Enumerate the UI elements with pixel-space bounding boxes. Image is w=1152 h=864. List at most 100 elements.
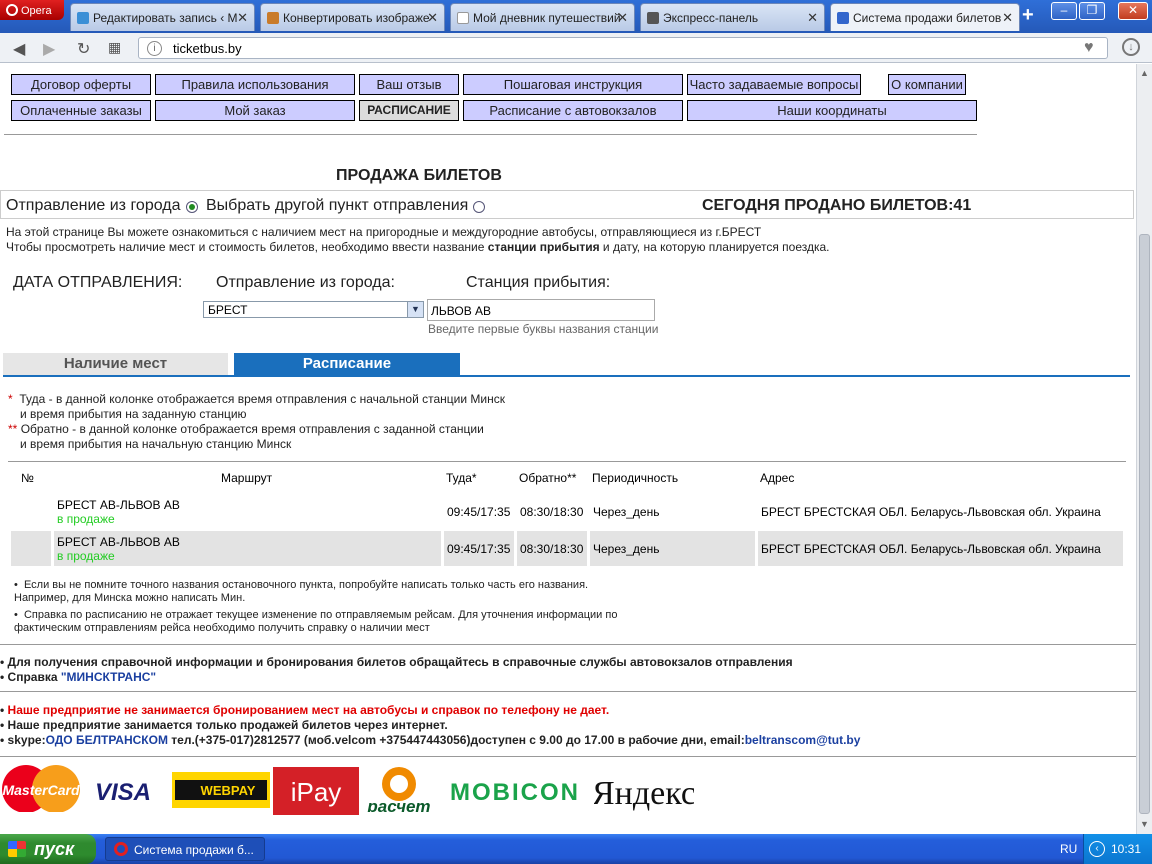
choose-other-point-label: Выбрать другой пункт отправления — [206, 197, 469, 214]
menu-about[interactable]: О компании — [888, 74, 966, 95]
col-period: Периодичность — [592, 471, 679, 485]
note-back: ** Обратно - в данной колонке отображает… — [8, 422, 484, 436]
new-tab-button[interactable]: + — [1022, 4, 1034, 27]
info-text-2: Чтобы просмотреть наличие мест и стоимос… — [6, 240, 830, 254]
browser-tab-4[interactable]: Экспресс-панель ✕ — [640, 3, 825, 31]
tab-label: Редактировать запись ‹ М — [93, 11, 238, 25]
route-status: в продаже — [57, 548, 115, 563]
menu-my-order[interactable]: Мой заказ — [155, 100, 355, 121]
there-time: 09:45/17:35 — [447, 504, 511, 519]
row-num — [11, 494, 51, 529]
menu-faq[interactable]: Часто задаваемые вопросы — [687, 74, 861, 95]
maximize-button[interactable]: ❐ — [1079, 2, 1105, 20]
chevron-down-icon[interactable]: ▼ — [407, 302, 423, 317]
opera-logo-icon — [6, 4, 18, 16]
address-bar[interactable]: i ticketbus.by — [138, 37, 1108, 59]
info-text-1: На этой странице Вы можете ознакомиться … — [6, 225, 762, 239]
visa-text: VISA — [95, 779, 151, 806]
col-back: Обратно** — [519, 471, 577, 485]
browser-tab-1[interactable]: Редактировать запись ‹ М ✕ — [70, 3, 255, 31]
tab-availability[interactable]: Наличие мест — [3, 353, 228, 375]
bookmark-heart-icon[interactable]: ♥ — [1084, 39, 1094, 57]
reload-icon[interactable]: ↻ — [77, 39, 90, 59]
col-num: № — [21, 471, 34, 485]
tip-1: • Если вы не помните точного названия ос… — [14, 579, 589, 604]
there-time: 09:45/17:35 — [444, 531, 514, 566]
browser-nav-bar: ◀ ▶ ↻ ▦ i ticketbus.by — [0, 33, 1152, 63]
mastercard-logo: MasterCard — [2, 765, 80, 812]
close-tab-icon[interactable]: ✕ — [1002, 10, 1013, 26]
table-row[interactable]: БРЕСТ АВ-ЛЬВОВ АВ в продаже 09:45/17:35 0… — [11, 531, 1123, 566]
schedule-table: № Маршрут Туда* Обратно** Периодичность … — [8, 462, 1126, 568]
row-num — [11, 531, 51, 566]
browser-tab-5-active[interactable]: Система продажи билетов ✕ — [830, 3, 1020, 31]
menu-our-contacts[interactable]: Наши координаты — [687, 100, 977, 121]
yandex-text: Яндекс — [594, 775, 694, 812]
tray-expand-icon[interactable]: ‹ — [1089, 841, 1105, 857]
back-icon[interactable]: ◀ — [13, 39, 25, 59]
arrival-station-input[interactable]: ЛЬВОВ АВ — [427, 299, 655, 321]
minimize-button[interactable]: – — [1051, 2, 1077, 20]
from-city-select[interactable]: БРЕСТ ▼ — [203, 301, 424, 318]
site-favicon-icon — [837, 12, 849, 24]
browser-tab-2[interactable]: Конвертировать изображе ✕ — [260, 3, 445, 31]
close-tab-icon[interactable]: ✕ — [427, 10, 438, 26]
converter-icon — [267, 12, 279, 24]
radio-other-point[interactable] — [473, 201, 485, 213]
table-row[interactable]: БРЕСТ АВ-ЛЬВОВ АВ в продаже 09:45/17:35 0… — [11, 494, 1123, 529]
download-icon[interactable]: ↓ — [1122, 38, 1140, 56]
menu-schedule[interactable]: РАСПИСАНИЕ — [359, 100, 459, 121]
table-header-row: № Маршрут Туда* Обратно** Периодичность … — [11, 464, 1123, 492]
note-star: ** — [8, 422, 18, 436]
from-city-label: Отправление из города: — [216, 274, 395, 291]
scroll-down-icon[interactable]: ▼ — [1140, 819, 1149, 829]
start-label: пуск — [34, 839, 75, 859]
route-cell: БРЕСТ АВ-ЛЬВОВ АВ в продаже — [54, 531, 441, 566]
footer-reference-text: Для получения справочной информации и бр… — [7, 655, 793, 669]
browser-tab-3[interactable]: Мой дневник путешествий ✕ — [450, 3, 635, 31]
back-time: 08:30/18:30 — [520, 504, 584, 519]
divider — [0, 644, 1136, 645]
footer-line-5: • skype:ОДО БЕЛТРАНСКОМ тел.(+375-017)28… — [0, 733, 861, 747]
periodicity: Через_день — [593, 504, 660, 519]
tab-schedule[interactable]: Расписание — [234, 353, 460, 375]
email-link[interactable]: beltranscom@tut.by — [745, 733, 861, 747]
minsktrans-link[interactable]: "МИНСКТРАНС" — [61, 670, 156, 684]
page-scrollbar[interactable]: ▲ ▼ — [1136, 64, 1152, 834]
footer-line-2: • Справка "МИНСКТРАНС" — [0, 670, 157, 684]
skype-link[interactable]: ОДО БЕЛТРАНСКОМ — [46, 733, 168, 747]
menu-step-by-step[interactable]: Пошаговая инструкция — [463, 74, 683, 95]
taskbar-item-opera[interactable]: Система продажи б... — [105, 837, 265, 861]
route-name: БРЕСТ АВ-ЛЬВОВ АВ — [57, 497, 180, 512]
menu-terms-of-use[interactable]: Правила использования — [155, 74, 355, 95]
start-button[interactable]: пуск — [0, 834, 96, 864]
address: БРЕСТ БРЕСТСКАЯ ОБЛ. Беларусь-Львовская … — [761, 504, 1101, 519]
speed-dial-grid-icon[interactable]: ▦ — [108, 39, 121, 56]
menu-paid-orders[interactable]: Оплаченные заказы — [11, 100, 151, 121]
site-info-icon[interactable]: i — [147, 41, 162, 56]
close-tab-icon[interactable]: ✕ — [617, 10, 628, 26]
clock: 10:31 — [1111, 842, 1142, 856]
close-tab-icon[interactable]: ✕ — [807, 10, 818, 26]
menu-feedback[interactable]: Ваш отзыв — [359, 74, 459, 95]
footer-internet-only: Наше предприятие занимается только прода… — [7, 718, 448, 732]
scroll-thumb[interactable] — [1139, 234, 1150, 814]
raschet-text: расчет — [366, 797, 430, 812]
forward-icon[interactable]: ▶ — [43, 39, 55, 59]
taskbar-item-label: Система продажи б... — [134, 843, 254, 857]
divider — [4, 134, 977, 135]
radio-from-city[interactable] — [186, 201, 198, 213]
note-star: * — [8, 392, 13, 406]
note-there-text: Туда - в данной колонке отображается вре… — [19, 392, 505, 406]
menu-offer-agreement[interactable]: Договор оферты — [11, 74, 151, 95]
opera-menu-button[interactable]: Opera — [0, 0, 64, 20]
webpay-text: WEBPAY — [201, 783, 256, 798]
language-indicator[interactable]: RU — [1060, 842, 1077, 856]
col-route: Маршрут — [221, 471, 273, 485]
menu-station-schedule[interactable]: Расписание с автовокзалов — [463, 100, 683, 121]
close-window-button[interactable]: ✕ — [1118, 2, 1148, 20]
raschet-logo: расчет — [366, 767, 431, 812]
address: БРЕСТ БРЕСТСКАЯ ОБЛ. Беларусь-Львовская … — [758, 531, 1123, 566]
close-tab-icon[interactable]: ✕ — [237, 10, 248, 26]
scroll-up-icon[interactable]: ▲ — [1140, 68, 1149, 78]
